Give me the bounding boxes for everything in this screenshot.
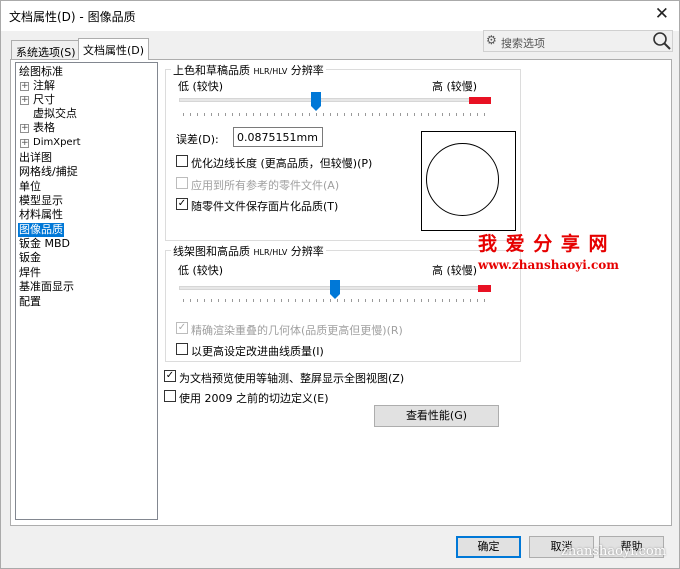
tab-document-properties-label: 文档属性(D) (83, 44, 145, 57)
watermark-url: www.zhanshaoyi.com (478, 258, 619, 272)
save-tessellation-label: 随零件文件保存面片化品质(T) (191, 200, 339, 213)
optimize-edge-length-label: 优化边线长度 (更高品质，但较慢)(P) (191, 157, 373, 170)
quality-preview (421, 131, 516, 231)
tree-item-annotations[interactable]: 注解 (33, 79, 55, 93)
tree-item-units[interactable]: 单位 (19, 180, 41, 194)
tab-document-properties[interactable]: 文档属性(D) (78, 38, 150, 60)
slider-track (179, 98, 491, 102)
tree-item-sheet-metal[interactable]: 钣金 (19, 251, 41, 265)
isometric-preview-label: 为文档预览使用等轴测、整屏显示全图视图(Z) (179, 372, 405, 385)
wireframe-low-label: 低 (较快) (178, 264, 224, 277)
tree-item-sheet-metal-mbd[interactable]: 钣金 MBD (19, 237, 70, 251)
watermark-corner: zhanshaoyi.com (561, 544, 667, 559)
shaded-high-label: 高 (较慢) (432, 80, 478, 93)
apply-to-referenced-parts-checkbox[interactable] (176, 177, 188, 189)
expand-icon[interactable]: + (20, 82, 29, 91)
isometric-preview-checkbox[interactable]: ✓ (164, 370, 176, 382)
category-tree: 绘图标准 + 注解 + 尺寸 虚拟交点 + 表格 + DimXpert 出详图 … (15, 62, 158, 520)
tree-item-detailing[interactable]: 出详图 (19, 151, 52, 165)
wireframe-quality-title: 线架图和高品质 HLR/HLV 分辨率 (171, 243, 326, 259)
tab-system-options-label: 系统选项(S) (16, 46, 76, 59)
save-tessellation-checkbox[interactable]: ✓ (176, 198, 188, 210)
slider-thumb[interactable] (330, 280, 340, 299)
improve-curve-quality-label: 以更高设定改进曲线质量(I) (191, 345, 324, 358)
slider-ticks (183, 113, 489, 116)
gear-icon[interactable]: ⚙ (486, 33, 497, 47)
title-bar: 文档属性(D) - 图像品质 ✕ (1, 1, 679, 31)
search-placeholder: 搜索选项 (501, 37, 545, 50)
improve-curve-quality-checkbox[interactable] (176, 343, 188, 355)
deviation-input[interactable]: 0.0875151mm (233, 127, 323, 147)
tree-item-configurations[interactable]: 配置 (19, 295, 41, 309)
document-properties-dialog: 文档属性(D) - 图像品质 ✕ 系统选项(S) 文档属性(D) ⚙ 搜索选项 … (0, 0, 680, 569)
precise-overlap-label: 精确渲染重叠的几何体(品质更高但更慢)(R) (191, 324, 403, 337)
expand-icon[interactable]: + (20, 124, 29, 133)
tree-item-virtual-sharps[interactable]: 虚拟交点 (33, 107, 77, 121)
view-performance-button[interactable]: 查看性能(G) (374, 405, 499, 427)
window-title: 文档属性(D) - 图像品质 (9, 10, 136, 24)
pre-2009-tangent-edge-checkbox[interactable] (164, 390, 176, 402)
pre-2009-tangent-edge-label: 使用 2009 之前的切边定义(E) (179, 392, 329, 405)
slider-high-zone (478, 285, 491, 292)
watermark-text: 我 爱 分 享 网 (478, 233, 609, 255)
tree-item-model-display[interactable]: 模型显示 (19, 194, 63, 208)
tab-system-options[interactable]: 系统选项(S) (11, 40, 81, 59)
close-icon[interactable]: ✕ (655, 4, 669, 24)
tree-item-plane-display[interactable]: 基准面显示 (19, 280, 74, 294)
slider-high-zone (469, 97, 491, 104)
slider-thumb[interactable] (311, 92, 322, 111)
tree-item-image-quality[interactable]: 图像品质 (18, 223, 64, 237)
tree-item-dimxpert[interactable]: DimXpert (33, 136, 81, 150)
tree-item-grid-snap[interactable]: 网格线/捕捉 (19, 165, 78, 179)
expand-icon[interactable]: + (20, 139, 29, 148)
tree-item-material-properties[interactable]: 材料属性 (19, 208, 63, 222)
preview-circle (426, 143, 499, 216)
wireframe-high-label: 高 (较慢) (432, 264, 478, 277)
tree-item-drawing-standard[interactable]: 绘图标准 (19, 65, 63, 79)
search-box[interactable]: ⚙ 搜索选项 (483, 30, 673, 52)
precise-overlap-checkbox[interactable]: ✓ (176, 322, 188, 334)
search-icon[interactable] (652, 31, 672, 51)
tree-item-dimensions[interactable]: 尺寸 (33, 93, 55, 107)
optimize-edge-length-checkbox[interactable] (176, 155, 188, 167)
ok-button[interactable]: 确定 (456, 536, 521, 558)
deviation-label: 误差(D): (176, 133, 219, 146)
tree-item-tables[interactable]: 表格 (33, 121, 55, 135)
expand-icon[interactable]: + (20, 96, 29, 105)
tree-item-weldments[interactable]: 焊件 (19, 266, 41, 280)
shaded-quality-title: 上色和草稿品质 HLR/HLV 分辨率 (171, 62, 326, 78)
slider-ticks (183, 299, 489, 302)
apply-to-referenced-parts-label: 应用到所有参考的零件文件(A) (191, 179, 340, 192)
shaded-low-label: 低 (较快) (178, 80, 224, 93)
